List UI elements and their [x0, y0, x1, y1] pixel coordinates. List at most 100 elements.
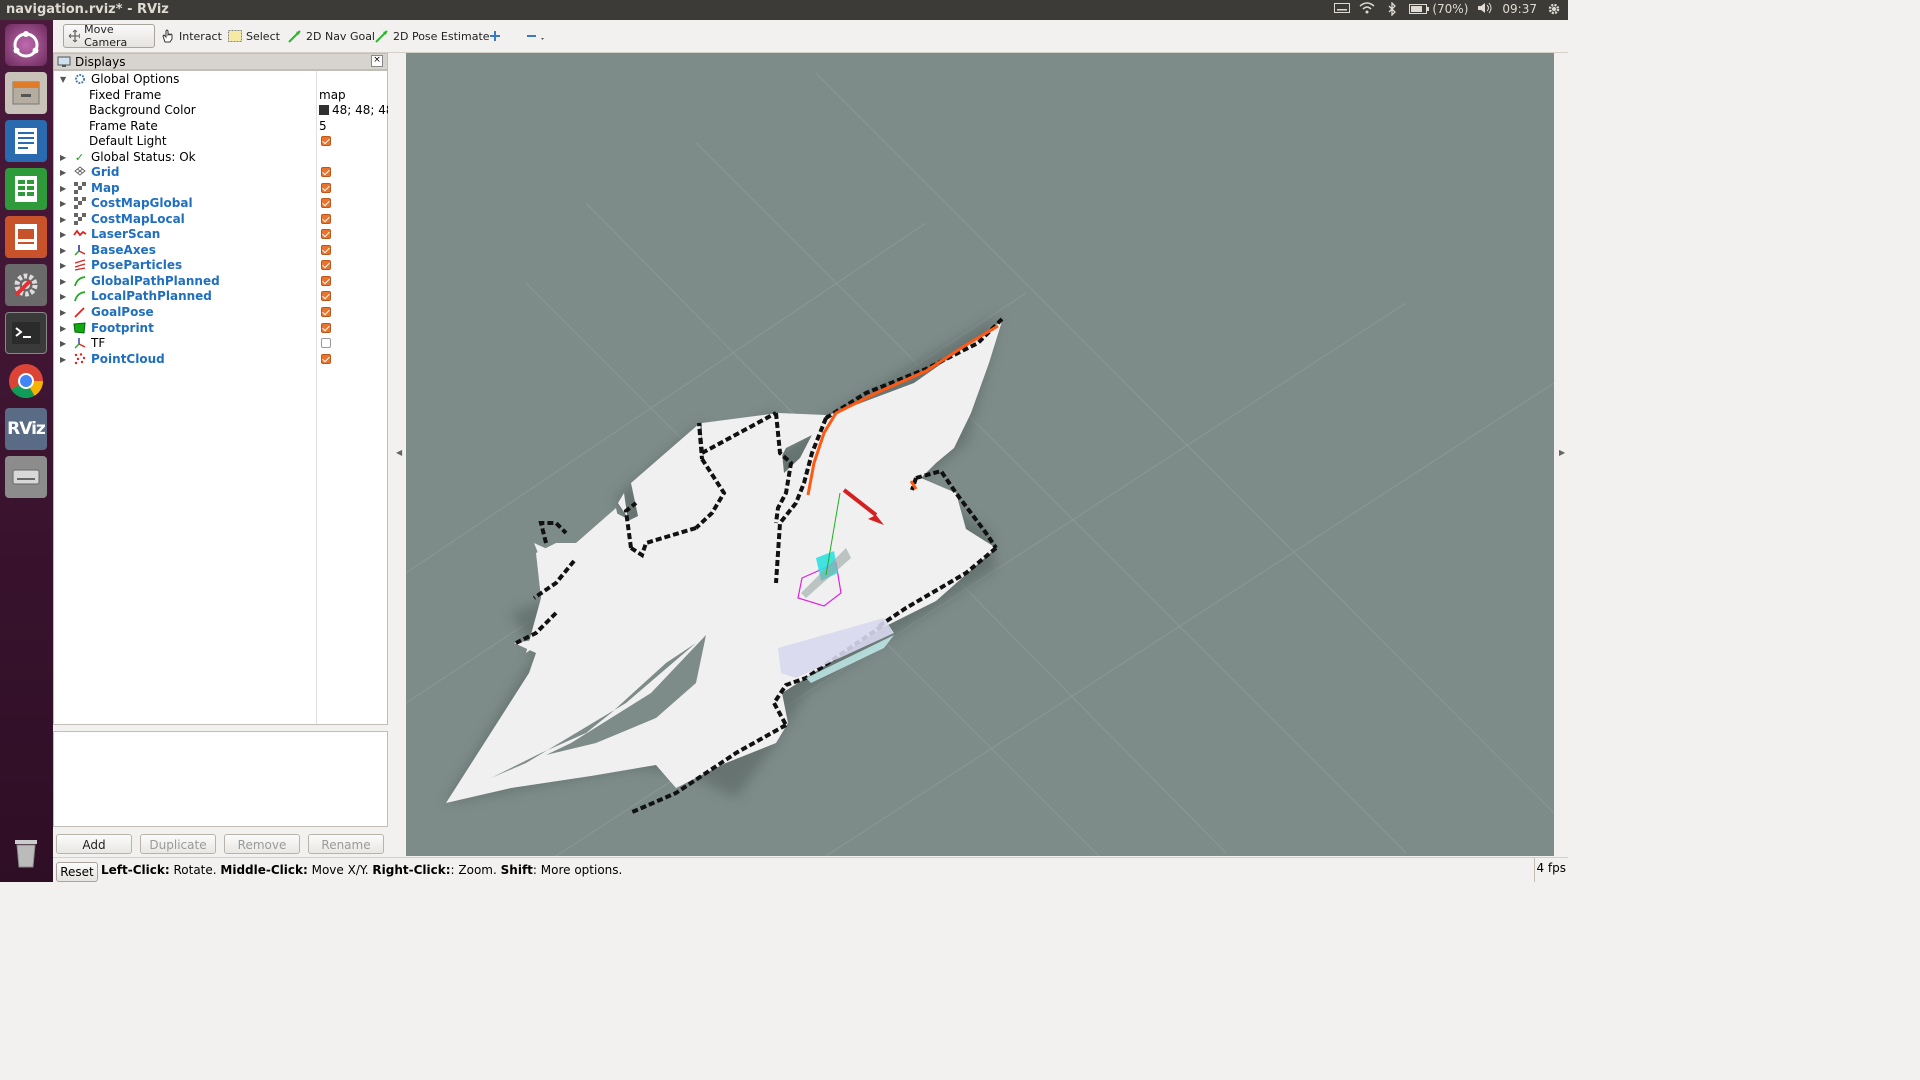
- close-panel-icon[interactable]: ×: [371, 55, 383, 67]
- impress-icon[interactable]: [5, 216, 47, 258]
- duplicate-button[interactable]: Duplicate: [140, 834, 216, 854]
- expand-arrow-icon[interactable]: ▶: [60, 352, 66, 367]
- display-item-checkbox[interactable]: [321, 306, 331, 317]
- wifi-icon[interactable]: [1359, 2, 1375, 16]
- display-item-checkbox[interactable]: [321, 198, 331, 209]
- expand-arrow-icon[interactable]: ▼: [60, 72, 66, 87]
- expand-arrow-icon[interactable]: ▶: [60, 305, 66, 320]
- display-item-tf[interactable]: ▶ TF: [54, 336, 387, 351]
- add-tool-button[interactable]: [485, 24, 505, 48]
- global-options-icon: [73, 73, 86, 86]
- expand-arrow-icon[interactable]: ▶: [60, 212, 66, 227]
- chrome-icon[interactable]: [5, 360, 47, 402]
- render-viewport[interactable]: [406, 53, 1554, 856]
- collapse-left-icon[interactable]: ◀: [396, 448, 402, 457]
- frame-rate-value[interactable]: 5: [319, 119, 327, 134]
- display-item-checkbox[interactable]: [321, 353, 331, 364]
- display-item-globalpathplanned[interactable]: ▶ GlobalPathPlanned: [54, 274, 387, 289]
- display-item-checkbox[interactable]: [321, 322, 331, 333]
- terminal-icon[interactable]: [5, 312, 47, 354]
- expand-arrow-icon[interactable]: ▶: [60, 181, 66, 196]
- hint-middle-click: Middle-Click:: [220, 863, 308, 877]
- clock[interactable]: 09:37: [1502, 2, 1537, 16]
- select-tool[interactable]: Select: [224, 24, 284, 48]
- display-item-checkbox[interactable]: [321, 167, 331, 177]
- default-light-row[interactable]: Default Light: [54, 134, 387, 149]
- global-options-row[interactable]: ▼ Global Options: [54, 72, 387, 87]
- display-item-label: CostMapLocal: [91, 211, 185, 226]
- ubuntu-dash-icon[interactable]: [5, 24, 47, 66]
- frame-rate-row[interactable]: Frame Rate 5: [54, 119, 387, 134]
- files-icon[interactable]: [5, 72, 47, 114]
- right-splitter[interactable]: ▶: [1554, 53, 1568, 856]
- reset-button[interactable]: Reset: [56, 862, 98, 882]
- expand-arrow-icon[interactable]: ▶: [60, 321, 66, 336]
- localpathplanned-icon: [73, 290, 86, 303]
- trash-icon[interactable]: [5, 832, 47, 874]
- globalpathplanned-icon: [73, 275, 86, 288]
- display-item-checkbox[interactable]: [321, 260, 331, 271]
- move-camera-icon: [68, 29, 81, 43]
- display-item-checkbox[interactable]: [321, 291, 331, 302]
- background-color-row[interactable]: Background Color 48; 48; 48: [54, 103, 394, 118]
- expand-arrow-icon[interactable]: ▶: [60, 165, 66, 180]
- background-color-value-field[interactable]: 48; 48; 48: [319, 103, 394, 118]
- display-item-label: PointCloud: [91, 351, 165, 366]
- add-button[interactable]: Add: [56, 834, 132, 854]
- display-item-checkbox[interactable]: [321, 244, 331, 255]
- move-camera-tool[interactable]: Move Camera: [63, 23, 155, 49]
- display-item-checkbox[interactable]: [321, 182, 331, 193]
- display-item-map[interactable]: ▶ Map: [54, 181, 387, 196]
- display-item-costmapglobal[interactable]: ▶ CostMapGlobal: [54, 196, 387, 211]
- display-item-goalpose[interactable]: ▶ GoalPose: [54, 305, 387, 320]
- display-item-laserscan[interactable]: ▶ LaserScan: [54, 227, 387, 242]
- battery-indicator[interactable]: (70%): [1409, 2, 1468, 16]
- collapse-right-icon[interactable]: ▶: [1559, 448, 1565, 457]
- display-item-pointcloud[interactable]: ▶ PointCloud: [54, 352, 387, 367]
- gear-icon[interactable]: [1546, 2, 1562, 16]
- hint-rotate: Rotate.: [169, 863, 221, 877]
- expand-arrow-icon[interactable]: ▶: [60, 289, 66, 304]
- fixed-frame-value[interactable]: map: [319, 88, 346, 103]
- free-space-main: [446, 321, 1002, 803]
- expand-arrow-icon[interactable]: ▶: [60, 336, 66, 351]
- expand-arrow-icon[interactable]: ▶: [60, 274, 66, 289]
- global-status-row[interactable]: ▶ ✓ Global Status: Ok: [54, 150, 387, 165]
- display-item-costmaplocal[interactable]: ▶ CostMapLocal: [54, 212, 387, 227]
- displays-header: Displays ×: [53, 53, 388, 70]
- interact-tool[interactable]: Interact: [157, 24, 226, 48]
- display-item-footprint[interactable]: ▶ Footprint: [54, 321, 387, 336]
- fixed-frame-row[interactable]: Fixed Frame map: [54, 88, 387, 103]
- display-item-checkbox[interactable]: [321, 338, 331, 349]
- display-item-checkbox[interactable]: [321, 213, 331, 224]
- display-item-localpathplanned[interactable]: ▶ LocalPathPlanned: [54, 289, 387, 304]
- move-camera-label: Move Camera: [84, 23, 128, 49]
- expand-arrow-icon[interactable]: ▶: [60, 227, 66, 242]
- rviz-icon[interactable]: RViz: [5, 408, 47, 450]
- display-item-checkbox[interactable]: [321, 229, 331, 240]
- expand-arrow-icon[interactable]: ▶: [60, 243, 66, 258]
- hint-right-click: Right-Click:: [372, 863, 451, 877]
- nav-goal-tool[interactable]: 2D Nav Goal: [284, 24, 379, 48]
- calc-icon[interactable]: [5, 168, 47, 210]
- expand-arrow-icon[interactable]: ▶: [60, 196, 66, 211]
- pose-estimate-tool[interactable]: 2D Pose Estimate: [371, 24, 494, 48]
- system-settings-icon[interactable]: [5, 264, 47, 306]
- battery-percent: (70%): [1432, 2, 1469, 16]
- bluetooth-icon[interactable]: [1384, 1, 1400, 17]
- keyboard-icon[interactable]: [1334, 2, 1351, 16]
- display-item-baseaxes[interactable]: ▶ BaseAxes: [54, 243, 387, 258]
- default-light-checkbox[interactable]: [321, 136, 331, 146]
- display-item-checkbox[interactable]: [321, 275, 331, 286]
- expand-arrow-icon[interactable]: ▶: [60, 258, 66, 273]
- writer-icon[interactable]: [5, 120, 47, 162]
- rename-button[interactable]: Rename: [308, 834, 384, 854]
- volume-icon[interactable]: [1477, 2, 1493, 16]
- remove-tool-button[interactable]: [521, 24, 551, 48]
- disk-icon[interactable]: [5, 456, 47, 498]
- remove-button[interactable]: Remove: [224, 834, 300, 854]
- display-item-grid[interactable]: ▶ Grid: [54, 165, 387, 180]
- display-item-poseparticles[interactable]: ▶ PoseParticles: [54, 258, 387, 273]
- expand-arrow-icon[interactable]: ▶: [60, 150, 66, 165]
- panel-splitter[interactable]: ◀: [388, 53, 406, 856]
